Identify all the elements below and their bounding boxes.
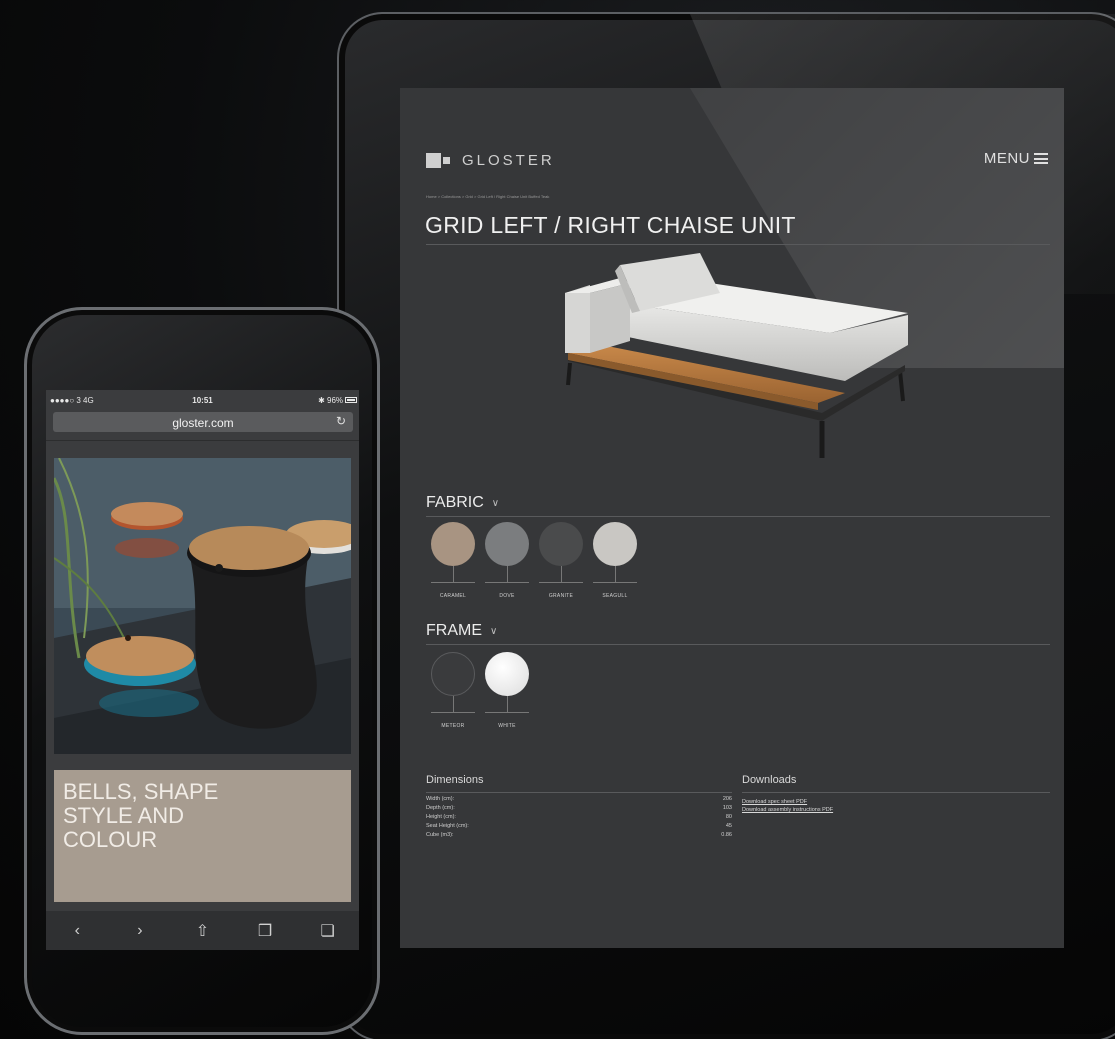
product-image — [565, 253, 908, 458]
forward-icon[interactable]: › — [125, 922, 155, 940]
hamburger-icon — [1034, 153, 1048, 164]
dimensions-panel: Dimensions Width (cm): 206 Depth (cm): 1… — [426, 774, 732, 838]
dimension-label: Height (cm): — [426, 814, 456, 820]
swatch-stem — [452, 566, 454, 582]
brand-logo[interactable]: GLOSTER — [426, 152, 555, 169]
dimension-label: Seat Height (cm): — [426, 823, 469, 829]
download-assembly-link[interactable]: Download assembly instructions PDF — [742, 807, 1050, 813]
chevron-down-icon: ∨ — [491, 497, 500, 509]
swatch-disc — [485, 522, 529, 566]
dimension-label: Cube (m3): — [426, 832, 454, 838]
menu-button[interactable]: MENU — [984, 150, 1048, 167]
swatch-base — [485, 712, 529, 713]
swatch-stem — [614, 566, 616, 582]
breadcrumb[interactable]: Home > Collections > Grid > Grid Left / … — [426, 194, 549, 199]
fabric-divider — [426, 516, 1050, 517]
dimension-value: 103 — [722, 805, 732, 811]
chevron-down-icon: ∨ — [490, 625, 498, 637]
fabric-swatches: CARAMEL DOVE GRANITE SEAGULL — [426, 522, 642, 599]
swatch-dove[interactable]: DOVE — [480, 522, 534, 599]
swatch-disc — [485, 652, 529, 696]
swatch-disc — [539, 522, 583, 566]
title-divider — [426, 244, 1050, 245]
swatch-base — [593, 582, 637, 583]
frame-swatches: METEOR WHITE — [426, 652, 534, 729]
downloads-heading: Downloads — [742, 774, 797, 786]
promo-title: BELLS, SHAPE STYLE AND COLOUR — [63, 779, 219, 852]
swatch-stem — [560, 566, 562, 582]
url-text: gloster.com — [172, 416, 234, 430]
back-icon[interactable]: ‹ — [62, 922, 92, 940]
dimensions-divider — [426, 792, 732, 793]
swatch-seagull[interactable]: SEAGULL — [588, 522, 642, 599]
dimension-row: Depth (cm): 103 — [426, 805, 732, 811]
swatch-base — [431, 712, 475, 713]
dimension-row: Width (cm): 206 — [426, 796, 732, 802]
brand-name: GLOSTER — [462, 152, 555, 169]
swatch-caramel[interactable]: CARAMEL — [426, 522, 480, 599]
dimension-value: 206 — [722, 796, 732, 802]
share-icon[interactable]: ⇧ — [187, 921, 217, 941]
phone-screen: ●●●●○ 3 4G 10:51 ✱ 96% gloster.com ↻ BEL… — [46, 390, 359, 950]
downloads-divider — [742, 792, 1050, 793]
dimension-label: Depth (cm): — [426, 805, 455, 811]
dimensions-heading: Dimensions — [426, 774, 484, 786]
swatch-stem — [506, 696, 508, 712]
swatch-label: DOVE — [499, 593, 515, 599]
page-title: GRID LEFT / RIGHT CHAISE UNIT — [425, 212, 796, 238]
address-divider — [46, 440, 359, 441]
dimension-label: Width (cm): — [426, 796, 455, 802]
swatch-white[interactable]: WHITE — [480, 652, 534, 729]
promo-banner[interactable]: BELLS, SHAPE STYLE AND COLOUR — [54, 770, 351, 902]
menu-label: MENU — [983, 150, 1030, 167]
reload-icon[interactable]: ↻ — [336, 414, 346, 428]
battery-percent: ✱ 96% — [318, 396, 343, 405]
swatch-stem — [506, 566, 508, 582]
swatch-label: METEOR — [441, 723, 465, 729]
swatch-label: CARAMEL — [439, 593, 467, 599]
swatch-base — [431, 582, 475, 583]
dimension-row: Cube (m3): 0.86 — [426, 832, 732, 838]
frame-divider — [426, 644, 1050, 645]
tablet-screen: GLOSTER MENU Home > Collections > Grid >… — [400, 88, 1064, 948]
logo-mark-icon — [426, 153, 452, 168]
swatch-meteor[interactable]: METEOR — [426, 652, 480, 729]
downloads-panel: Downloads Download spec sheet PDF Downlo… — [742, 774, 1050, 813]
swatch-base — [485, 582, 529, 583]
frame-heading: FRAME — [426, 622, 482, 639]
swatch-label: SEAGULL — [602, 593, 628, 599]
bookmarks-icon[interactable]: ❒ — [250, 921, 280, 941]
frame-toggle[interactable]: FRAME ∨ — [426, 622, 497, 640]
dimension-value: 45 — [725, 823, 732, 829]
dimension-value: 0.86 — [721, 832, 732, 838]
bells-photo[interactable] — [54, 458, 351, 754]
dimension-value: 80 — [725, 814, 732, 820]
status-bar: ●●●●○ 3 4G 10:51 ✱ 96% — [46, 394, 359, 408]
swatch-label: WHITE — [498, 723, 516, 729]
swatch-granite[interactable]: GRANITE — [534, 522, 588, 599]
dimension-row: Height (cm): 80 — [426, 814, 732, 820]
swatch-base — [539, 582, 583, 583]
battery-icon — [345, 397, 357, 403]
dimension-row: Seat Height (cm): 45 — [426, 823, 732, 829]
tabs-icon[interactable]: ❏ — [313, 921, 343, 941]
swatch-stem — [452, 696, 454, 712]
swatch-disc — [431, 652, 475, 696]
browser-toolbar: ‹ › ⇧ ❒ ❏ — [46, 911, 359, 950]
swatch-label: GRANITE — [548, 593, 574, 599]
address-bar[interactable]: gloster.com ↻ — [53, 412, 353, 432]
status-time: 10:51 — [192, 396, 213, 405]
swatch-disc — [593, 522, 637, 566]
fabric-toggle[interactable]: FABRIC ∨ — [426, 494, 499, 512]
fabric-heading: FABRIC — [426, 494, 484, 511]
swatch-disc — [431, 522, 475, 566]
download-spec-sheet-link[interactable]: Download spec sheet PDF — [742, 799, 1050, 805]
